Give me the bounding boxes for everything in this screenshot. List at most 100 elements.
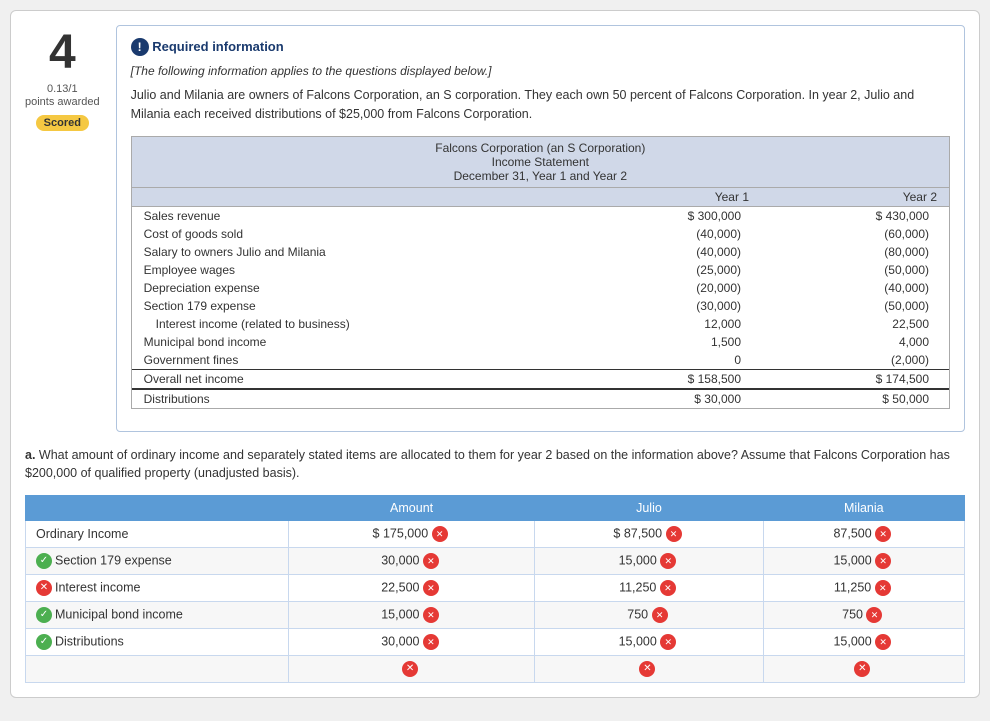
milania-x-2: ✕	[875, 580, 891, 596]
sub-question-body: What amount of ordinary income and separ…	[25, 448, 950, 481]
income-stmt-header: Falcons Corporation (an S Corporation) I…	[132, 137, 949, 188]
income-row: Cost of goods sold (40,000) (60,000)	[132, 225, 949, 243]
income-row-year2: (50,000)	[761, 297, 949, 315]
income-row: Municipal bond income 1,500 4,000	[132, 333, 949, 351]
answer-row-milania: 15,000 ✕	[763, 629, 964, 656]
income-row-year2: (80,000)	[761, 243, 949, 261]
income-total-year1: $ 158,500	[557, 369, 761, 389]
income-row-year2: (50,000)	[761, 261, 949, 279]
answer-col-amount: Amount	[288, 496, 534, 521]
row-status-icon-3: ✓	[36, 607, 52, 623]
milania-x-4: ✕	[875, 634, 891, 650]
row-icon-julio-5: ✕	[639, 661, 655, 677]
julio-x-0: ✕	[666, 526, 682, 542]
income-row-year1: 1,500	[557, 333, 761, 351]
income-stmt-title1: Falcons Corporation (an S Corporation)	[140, 141, 941, 155]
points-value: 0.13/1	[47, 83, 78, 95]
info-box: ! Required information [The following in…	[116, 25, 965, 432]
answer-table: Amount Julio Milania Ordinary Income $ 1…	[25, 495, 965, 683]
income-row-year1: 12,000	[557, 315, 761, 333]
answer-col-julio: Julio	[535, 496, 763, 521]
info-icon: !	[131, 38, 149, 56]
income-total-year2: $ 174,500	[761, 369, 949, 389]
income-row: Salary to owners Julio and Milania (40,0…	[132, 243, 949, 261]
income-row: Interest income (related to business) 12…	[132, 315, 949, 333]
income-row-year1: (30,000)	[557, 297, 761, 315]
income-row-label: Cost of goods sold	[132, 225, 557, 243]
answer-row: ✕Interest income 22,500 ✕ 11,250 ✕ 11,25…	[26, 575, 965, 602]
amount-x-3: ✕	[423, 607, 439, 623]
income-row: Depreciation expense (20,000) (40,000)	[132, 279, 949, 297]
answer-row-julio: 11,250 ✕	[535, 575, 763, 602]
top-section: 4 0.13/1 points awarded Scored ! Require…	[25, 25, 965, 432]
scored-badge: Scored	[36, 115, 89, 131]
question-number: 4	[37, 25, 87, 77]
income-row: Employee wages (25,000) (50,000)	[132, 261, 949, 279]
sub-question-label: a.	[25, 448, 35, 462]
answer-row: ✓Distributions 30,000 ✕ 15,000 ✕ 15,000 …	[26, 629, 965, 656]
answer-row-milania: 11,250 ✕	[763, 575, 964, 602]
income-row-year2: (2,000)	[761, 351, 949, 370]
row-icon-milania-5: ✕	[854, 661, 870, 677]
answer-col-item	[26, 496, 289, 521]
income-row-year1: (25,000)	[557, 261, 761, 279]
income-row-year1: (20,000)	[557, 279, 761, 297]
income-total-label: Overall net income	[132, 369, 557, 389]
income-row-label: Salary to owners Julio and Milania	[132, 243, 557, 261]
italic-note: [The following information applies to th…	[131, 64, 950, 78]
answer-row: Ordinary Income $ 175,000 ✕ $ 87,500 ✕ 8…	[26, 521, 965, 548]
julio-x-3: ✕	[652, 607, 668, 623]
answer-row-julio: 750 ✕	[535, 602, 763, 629]
col-year2: Year 2	[761, 188, 949, 207]
income-row-label: Government fines	[132, 351, 557, 370]
answer-row-label: ✓Section 179 expense	[26, 548, 289, 575]
income-row-year1: $ 300,000	[557, 206, 761, 225]
income-row-year2: 22,500	[761, 315, 949, 333]
answer-row-label	[26, 656, 289, 683]
income-row-label: Municipal bond income	[132, 333, 557, 351]
answer-row-milania: 87,500 ✕	[763, 521, 964, 548]
row-status-icon-1: ✓	[36, 553, 52, 569]
julio-x-1: ✕	[660, 553, 676, 569]
milania-x-3: ✕	[866, 607, 882, 623]
answer-row-amount: ✕	[288, 656, 534, 683]
answer-row-milania: 750 ✕	[763, 602, 964, 629]
row-status-icon-4: ✓	[36, 634, 52, 650]
answer-row-amount: 30,000 ✕	[288, 629, 534, 656]
income-row: Section 179 expense (30,000) (50,000)	[132, 297, 949, 315]
income-dist-year2: $ 50,000	[761, 389, 949, 408]
income-row-year1: (40,000)	[557, 225, 761, 243]
milania-x-1: ✕	[875, 553, 891, 569]
answer-row-julio: ✕	[535, 656, 763, 683]
income-dist-year1: $ 30,000	[557, 389, 761, 408]
answer-row-amount: 22,500 ✕	[288, 575, 534, 602]
income-dist-row: Distributions $ 30,000 $ 50,000	[132, 389, 949, 408]
income-stmt-table: Year 1 Year 2 Sales revenue $ 300,000 $ …	[132, 188, 949, 408]
required-info-title: Required information	[152, 39, 283, 54]
income-row-label: Employee wages	[132, 261, 557, 279]
income-row-year2: (60,000)	[761, 225, 949, 243]
answer-row-milania: ✕	[763, 656, 964, 683]
answer-row-milania: 15,000 ✕	[763, 548, 964, 575]
answer-row-amount: 15,000 ✕	[288, 602, 534, 629]
income-row-label: Section 179 expense	[132, 297, 557, 315]
answer-row-label: Ordinary Income	[26, 521, 289, 548]
income-row-year1: (40,000)	[557, 243, 761, 261]
income-stmt-title3: December 31, Year 1 and Year 2	[140, 169, 941, 183]
amount-x-1: ✕	[423, 553, 439, 569]
answer-row-amount: $ 175,000 ✕	[288, 521, 534, 548]
answer-row-label: ✓Distributions	[26, 629, 289, 656]
income-row-year2: 4,000	[761, 333, 949, 351]
income-row-year2: (40,000)	[761, 279, 949, 297]
sub-question-text: a. What amount of ordinary income and se…	[25, 446, 965, 484]
answer-row-label: ✓Municipal bond income	[26, 602, 289, 629]
julio-x-2: ✕	[660, 580, 676, 596]
milania-x-0: ✕	[875, 526, 891, 542]
income-row-label: Sales revenue	[132, 206, 557, 225]
col-year1: Year 1	[557, 188, 761, 207]
amount-x-4: ✕	[423, 634, 439, 650]
points-label: 0.13/1 points awarded	[25, 83, 100, 109]
amount-x-2: ✕	[423, 580, 439, 596]
income-row-year1: 0	[557, 351, 761, 370]
income-row: Sales revenue $ 300,000 $ 430,000	[132, 206, 949, 225]
